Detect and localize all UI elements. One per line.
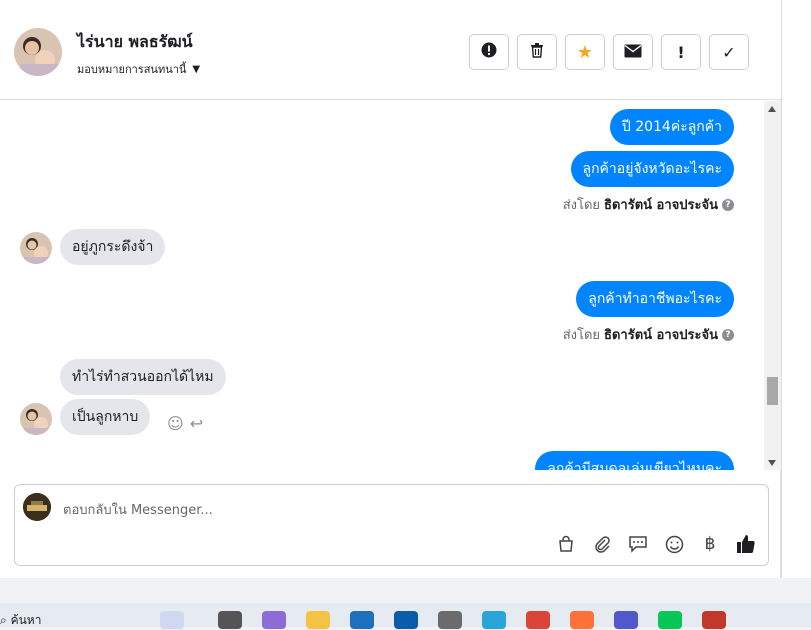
paperclip-icon[interactable] xyxy=(591,533,613,555)
widgets-icon[interactable] xyxy=(160,611,184,629)
conversation-header: ไร่นาย พลธรัฒน์ มอบหมายการสนทนานี้ ▼ ★ ! xyxy=(0,0,781,100)
outgoing-message[interactable]: ลูกค้ามีสมดุลเล่นเขียวไหมคะ xyxy=(535,451,734,470)
scrollbar-thumb[interactable] xyxy=(767,377,778,405)
sender-name: ธิดารัตน์ อาจประจัน xyxy=(604,198,718,213)
contact-name[interactable]: ไร่นาย พลธรัฒน์ xyxy=(77,30,193,55)
outlook-icon[interactable] xyxy=(394,611,418,629)
help-icon[interactable]: ? xyxy=(722,198,734,211)
caret-down-icon: ▼ xyxy=(192,63,201,75)
help-icon[interactable]: ? xyxy=(722,328,734,341)
outgoing-message[interactable]: ลูกค้าอยู่จังหวัดอะไรคะ xyxy=(570,151,734,187)
sender-name: ธิดารัตน์ อาจประจัน xyxy=(604,328,718,343)
envelope-icon xyxy=(624,43,642,62)
contact-avatar-small xyxy=(20,403,52,435)
checkmark-icon: ✓ xyxy=(722,42,736,62)
chrome-icon[interactable] xyxy=(526,611,550,629)
reply-composer[interactable]: ตอบกลับใน Messenger... ฿ xyxy=(14,484,769,566)
page-avatar xyxy=(23,493,51,521)
camera-icon[interactable] xyxy=(438,611,462,629)
outgoing-message[interactable]: ลูกค้าทำอาชีพอะไรคะ xyxy=(576,281,734,317)
sent-by-prefix: ส่งโดย xyxy=(562,198,601,213)
assign-label: มอบหมายการสนทนานี้ xyxy=(77,63,187,76)
sent-by-prefix: ส่งโดย xyxy=(562,328,601,343)
taskbar-search[interactable]: ⌕ ค้นหา xyxy=(0,611,41,630)
message-thread: ปี 2014ค่ะลูกค้า ลูกค้าอยู่จังหวัดอะไรคะ… xyxy=(0,101,781,470)
alert-circle-icon xyxy=(481,42,497,62)
spam-button[interactable] xyxy=(469,34,509,70)
message-actions: ☺ ↩ xyxy=(167,414,203,433)
incoming-message[interactable]: อยู่ภูกระดึงจ้า xyxy=(60,229,166,265)
reply-icon[interactable]: ↩ xyxy=(190,414,203,433)
sent-by-label: ส่งโดย ธิดารัตน์ อาจประจัน ? xyxy=(563,324,734,345)
like-icon[interactable] xyxy=(735,533,757,555)
chat-icon[interactable] xyxy=(627,533,649,555)
sent-by-label: ส่งโดย ธิดารัตน์ อาจประจัน ? xyxy=(563,194,734,215)
assign-conversation-dropdown[interactable]: มอบหมายการสนทนานี้ ▼ xyxy=(77,60,200,78)
windows-taskbar: ⌕ ค้นหา xyxy=(0,603,811,630)
follow-up-button[interactable]: ! xyxy=(661,34,701,70)
exclamation-icon: ! xyxy=(677,42,685,62)
line-icon[interactable] xyxy=(658,611,682,629)
inbox-conversation-panel: ไร่นาย พลธรัฒน์ มอบหมายการสนทนานี้ ▼ ★ ! xyxy=(0,0,781,578)
scroll-down-arrow-icon[interactable] xyxy=(768,460,776,466)
emoji-reaction-icon[interactable]: ☺ xyxy=(167,414,184,433)
thread-scrollbar[interactable] xyxy=(764,101,781,470)
search-icon: ⌕ xyxy=(0,613,7,627)
done-button[interactable]: ✓ xyxy=(709,34,749,70)
store-icon[interactable] xyxy=(350,611,374,629)
bag-icon[interactable] xyxy=(555,533,577,555)
copilot-icon[interactable] xyxy=(262,611,286,629)
file-explorer-icon[interactable] xyxy=(306,611,330,629)
star-button[interactable]: ★ xyxy=(565,34,605,70)
reply-input[interactable]: ตอบกลับใน Messenger... xyxy=(63,499,213,520)
contact-avatar[interactable] xyxy=(14,28,62,76)
edge-icon[interactable] xyxy=(482,611,506,629)
emoji-icon[interactable] xyxy=(663,533,685,555)
details-side-panel xyxy=(781,0,811,578)
star-icon: ★ xyxy=(576,41,594,63)
taskbar-search-label: ค้นหา xyxy=(10,613,42,627)
incoming-message[interactable]: เป็นลูกหาบ xyxy=(60,399,151,435)
teams-icon[interactable] xyxy=(614,611,638,629)
firefox-icon[interactable] xyxy=(570,611,594,629)
app-icon[interactable] xyxy=(702,611,726,629)
mark-unread-button[interactable] xyxy=(613,34,653,70)
contact-avatar-small xyxy=(20,232,52,264)
outgoing-message[interactable]: ปี 2014ค่ะลูกค้า xyxy=(609,109,734,145)
incoming-message[interactable]: ทำไร่ทำสวนออกได้ไหม xyxy=(60,359,226,395)
scroll-up-arrow-icon[interactable] xyxy=(768,106,776,112)
baht-icon[interactable]: ฿ xyxy=(699,533,721,555)
task-view-icon[interactable] xyxy=(218,611,242,629)
delete-button[interactable] xyxy=(517,34,557,70)
trash-icon xyxy=(529,42,545,62)
